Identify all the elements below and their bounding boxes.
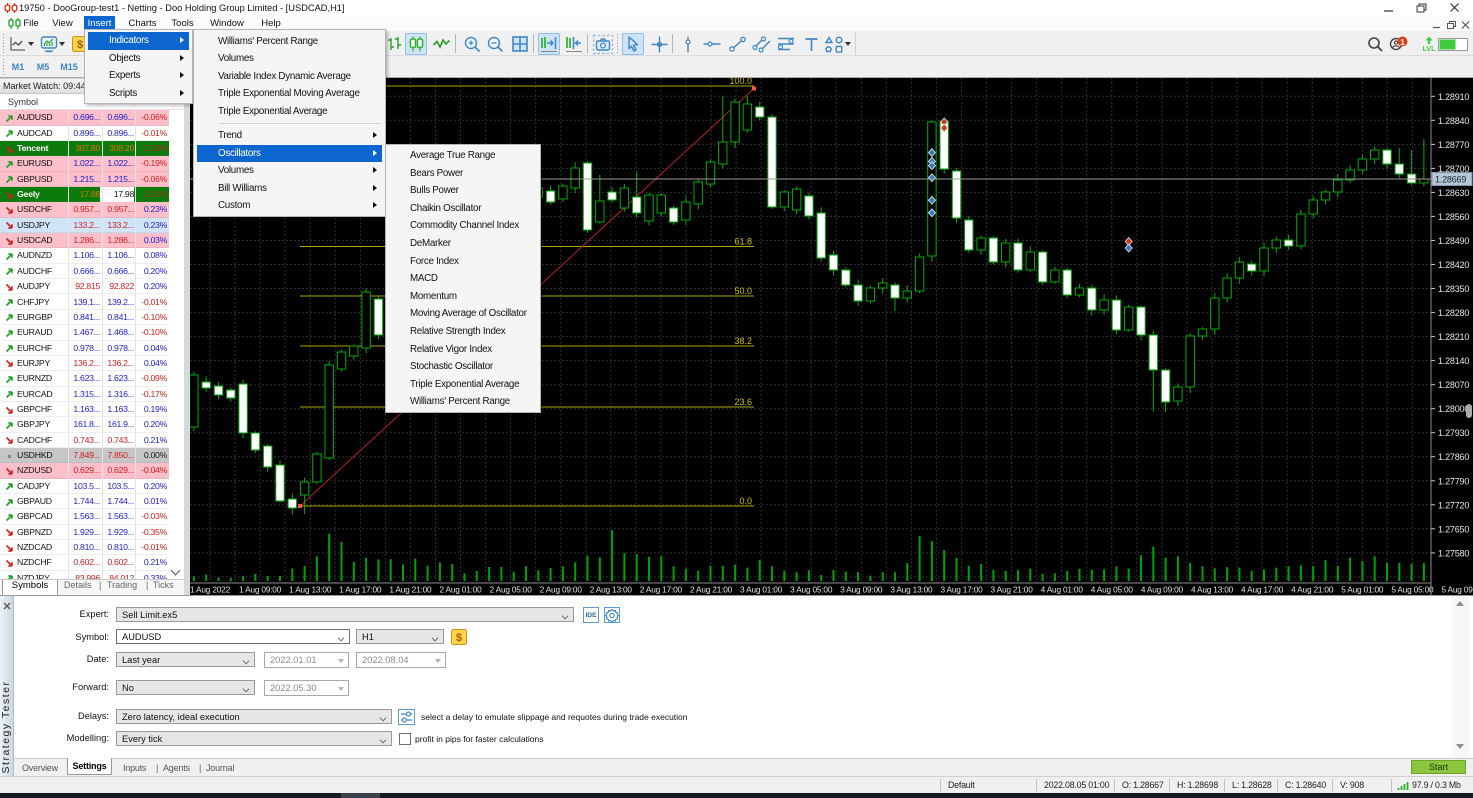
svg-text:1.28770: 1.28770 [1438, 140, 1469, 150]
svg-text:4 Aug 17:00: 4 Aug 17:00 [1241, 585, 1284, 595]
svg-text:0.0: 0.0 [739, 496, 752, 506]
svg-text:1.28000: 1.28000 [1438, 404, 1469, 414]
svg-text:3 Aug 05:00: 3 Aug 05:00 [790, 585, 833, 595]
svg-text:1 Aug 2022: 1 Aug 2022 [190, 585, 231, 595]
svg-text:1 Aug 09:00: 1 Aug 09:00 [239, 585, 282, 595]
svg-text:1.28420: 1.28420 [1438, 260, 1469, 270]
svg-text:4 Aug 05:00: 4 Aug 05:00 [1091, 585, 1134, 595]
svg-text:1.27650: 1.27650 [1438, 524, 1469, 534]
svg-text:23.6: 23.6 [734, 397, 752, 407]
svg-text:4 Aug 13:00: 4 Aug 13:00 [1191, 585, 1234, 595]
svg-text:2 Aug 01:00: 2 Aug 01:00 [439, 585, 482, 595]
svg-text:2 Aug 05:00: 2 Aug 05:00 [490, 585, 533, 595]
svg-text:1.28140: 1.28140 [1438, 356, 1469, 366]
svg-text:3 Aug 13:00: 3 Aug 13:00 [890, 585, 933, 595]
svg-text:1.28560: 1.28560 [1438, 212, 1469, 222]
svg-text:2 Aug 21:00: 2 Aug 21:00 [690, 585, 733, 595]
svg-text:1 Aug 17:00: 1 Aug 17:00 [339, 585, 382, 595]
svg-text:61.8: 61.8 [734, 237, 752, 247]
svg-text:2 Aug 09:00: 2 Aug 09:00 [540, 585, 583, 595]
svg-text:1.27790: 1.27790 [1438, 476, 1469, 486]
svg-text:LVL: LVL [1423, 46, 1436, 53]
svg-text:4 Aug 09:00: 4 Aug 09:00 [1141, 585, 1184, 595]
svg-text:1.28280: 1.28280 [1438, 308, 1469, 318]
svg-text:50.0: 50.0 [734, 286, 752, 296]
svg-text:1.28840: 1.28840 [1438, 116, 1469, 126]
svg-text:4 Aug 01:00: 4 Aug 01:00 [1041, 585, 1084, 595]
svg-text:38.2: 38.2 [734, 336, 752, 346]
svg-text:1.27720: 1.27720 [1438, 500, 1469, 510]
svg-text:1.27860: 1.27860 [1438, 452, 1469, 462]
svg-text:2 Aug 13:00: 2 Aug 13:00 [590, 585, 633, 595]
svg-text:5 Aug 05:00: 5 Aug 05:00 [1391, 585, 1434, 595]
svg-text:5 Aug 09:00: 5 Aug 09:00 [1441, 585, 1473, 595]
svg-text:1: 1 [1400, 37, 1405, 47]
svg-text:5 Aug 01:00: 5 Aug 01:00 [1341, 585, 1384, 595]
svg-text:2 Aug 17:00: 2 Aug 17:00 [640, 585, 683, 595]
svg-text:$: $ [77, 39, 83, 51]
svg-text:1.27930: 1.27930 [1438, 428, 1469, 438]
svg-text:1.27580: 1.27580 [1438, 548, 1469, 558]
svg-text:1 Aug 21:00: 1 Aug 21:00 [389, 585, 432, 595]
svg-text:3 Aug 21:00: 3 Aug 21:00 [991, 585, 1034, 595]
svg-text:1.28630: 1.28630 [1438, 188, 1469, 198]
svg-text:1.28070: 1.28070 [1438, 380, 1469, 390]
svg-text:$: $ [456, 632, 462, 644]
svg-text:1.28669: 1.28669 [1435, 175, 1466, 185]
svg-text:1.28490: 1.28490 [1438, 236, 1469, 246]
svg-text:1 Aug 13:00: 1 Aug 13:00 [289, 585, 332, 595]
svg-text:1.28350: 1.28350 [1438, 284, 1469, 294]
svg-text:100.0: 100.0 [729, 78, 752, 86]
svg-text:1.28210: 1.28210 [1438, 332, 1469, 342]
svg-text:3 Aug 17:00: 3 Aug 17:00 [940, 585, 983, 595]
svg-text:3 Aug 01:00: 3 Aug 01:00 [740, 585, 783, 595]
svg-text:3 Aug 09:00: 3 Aug 09:00 [840, 585, 883, 595]
svg-text:1.28910: 1.28910 [1438, 92, 1469, 102]
svg-text:4 Aug 21:00: 4 Aug 21:00 [1291, 585, 1334, 595]
